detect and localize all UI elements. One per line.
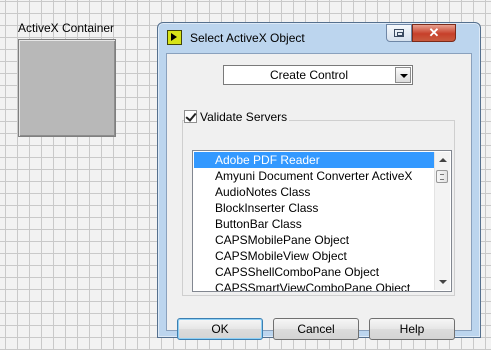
- list-items: Adobe PDF Reader Amyuni Document Converte…: [194, 152, 435, 291]
- list-item[interactable]: CAPSMobileView Object: [194, 248, 435, 264]
- dialog-titlebar[interactable]: Select ActiveX Object ✕: [158, 23, 480, 53]
- restore-button[interactable]: [386, 24, 412, 42]
- close-button[interactable]: ✕: [412, 24, 456, 42]
- ok-button[interactable]: OK: [177, 318, 263, 340]
- scroll-thumb[interactable]: [436, 170, 448, 183]
- vertical-scrollbar[interactable]: [434, 152, 450, 290]
- dialog-title: Select ActiveX Object: [190, 31, 305, 45]
- labview-icon: [167, 30, 182, 45]
- list-item[interactable]: AudioNotes Class: [194, 184, 435, 200]
- cancel-button[interactable]: Cancel: [273, 318, 359, 340]
- select-activex-dialog: Select ActiveX Object ✕ Create Control V…: [157, 22, 481, 340]
- restore-icon: [394, 29, 404, 37]
- dialog-client-area: Create Control Validate Servers Adobe PD…: [166, 53, 472, 340]
- scroll-down-icon[interactable]: [435, 275, 450, 290]
- validate-servers-row[interactable]: Validate Servers: [184, 109, 290, 125]
- mode-select-value: Create Control: [269, 68, 349, 82]
- chevron-down-icon[interactable]: [395, 67, 411, 83]
- list-item[interactable]: ButtonBar Class: [194, 216, 435, 232]
- scroll-up-icon[interactable]: [435, 152, 450, 167]
- list-item[interactable]: CAPSShellComboPane Object: [194, 264, 435, 280]
- list-item[interactable]: CAPSSmartViewComboPane Object: [194, 280, 435, 291]
- close-icon: ✕: [428, 25, 440, 40]
- help-button[interactable]: Help: [369, 318, 455, 340]
- list-item[interactable]: Amyuni Document Converter ActiveX: [194, 168, 435, 184]
- list-item[interactable]: Adobe PDF Reader: [194, 152, 435, 168]
- list-item[interactable]: CAPSMobilePane Object: [194, 232, 435, 248]
- activex-container-control[interactable]: [18, 39, 116, 137]
- activex-object-list[interactable]: Adobe PDF Reader Amyuni Document Converte…: [192, 150, 452, 292]
- validate-servers-label: Validate Servers: [200, 109, 288, 124]
- validate-servers-checkbox[interactable]: [184, 110, 197, 124]
- list-item[interactable]: BlockInserter Class: [194, 200, 435, 216]
- activex-container-label: ActiveX Container: [18, 21, 115, 35]
- mode-select[interactable]: Create Control: [223, 65, 413, 85]
